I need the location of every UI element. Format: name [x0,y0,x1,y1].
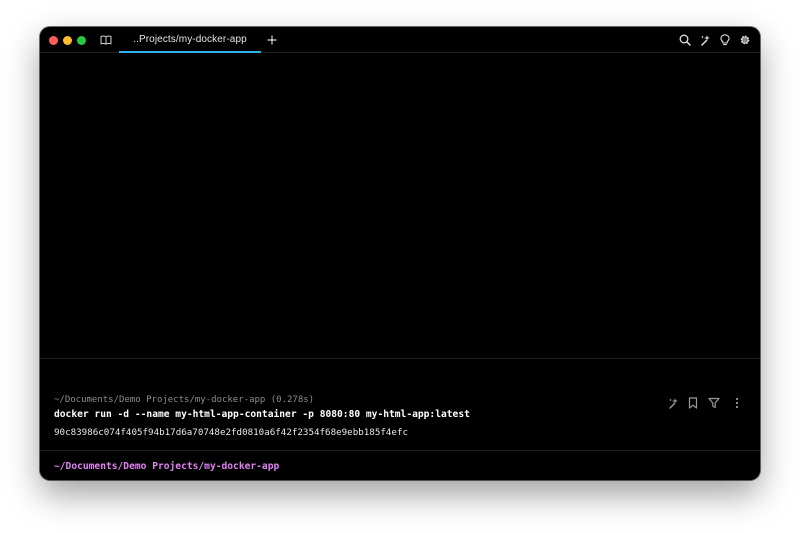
lightbulb-icon[interactable] [717,32,733,48]
block-actions [664,396,750,412]
filter-icon[interactable] [707,396,721,410]
block-command[interactable]: docker run -d --name my-html-app-contain… [54,409,470,420]
tab-label: ..Projects/my-docker-app [133,33,247,45]
block-output[interactable]: 90c83986c074f405f94b17d6a70748e2fd0810a6… [54,427,408,438]
more-vertical-icon[interactable] [730,396,744,410]
new-tab-icon[interactable] [264,32,280,48]
tab-my-docker-app[interactable]: ..Projects/my-docker-app [119,27,261,53]
terminal-window: ..Projects/my-docker-app ~/Documents/Dem… [40,27,760,480]
book-icon[interactable] [98,32,114,48]
bookmark-icon[interactable] [686,396,700,410]
ai-sparkle-icon[interactable] [666,396,680,410]
ai-sparkle-icon[interactable] [697,32,713,48]
minimize-window-button[interactable] [63,36,72,45]
prompt-divider [40,450,760,451]
terminal-pane[interactable]: ~/Documents/Demo Projects/my-docker-app … [40,53,760,480]
close-window-button[interactable] [49,36,58,45]
maximize-window-button[interactable] [77,36,86,45]
block-meta: ~/Documents/Demo Projects/my-docker-app … [54,395,315,405]
settings-gear-icon[interactable] [737,32,753,48]
titlebar: ..Projects/my-docker-app [40,27,760,53]
search-icon[interactable] [677,32,693,48]
input-prompt[interactable]: ~/Documents/Demo Projects/my-docker-app [54,461,279,472]
block-divider [40,358,760,359]
